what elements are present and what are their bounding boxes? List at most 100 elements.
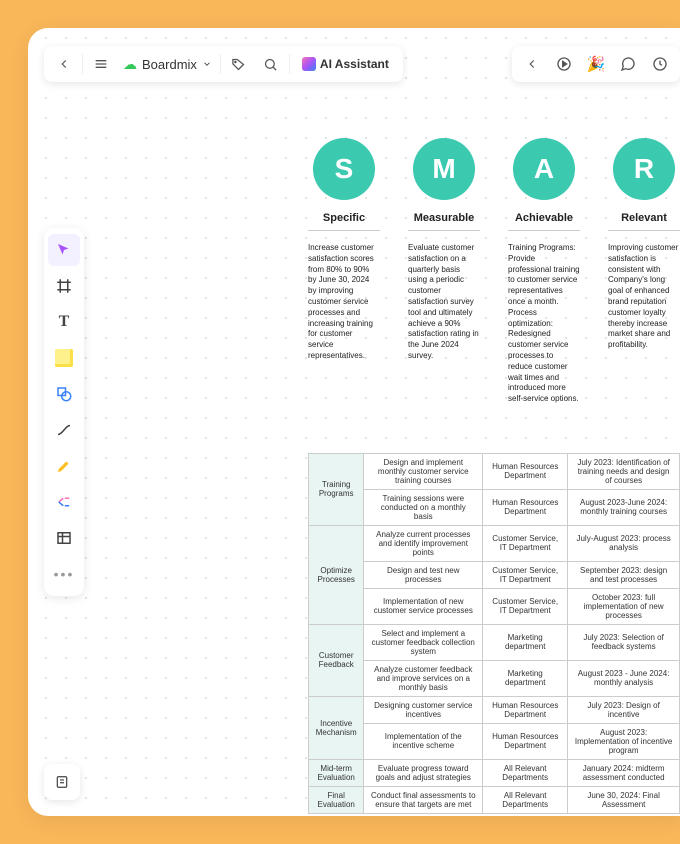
table-row[interactable]: Training ProgramsDesign and implement mo…	[309, 453, 680, 489]
task-cell: Select and implement a customer feedback…	[364, 624, 483, 660]
task-cell: Design and test new processes	[364, 561, 483, 588]
cloud-sync-icon: ☁	[123, 56, 137, 73]
ai-logo-icon	[302, 57, 316, 71]
smart-column[interactable]: A Achievable Training Programs: Provide …	[508, 138, 580, 405]
table-row[interactable]: Final EvaluationConduct final assessment…	[309, 786, 680, 813]
shape-tool[interactable]	[48, 378, 80, 410]
dept-cell: All Relevant Departments	[483, 759, 568, 786]
document-title[interactable]: ☁ Boardmix	[117, 56, 218, 73]
dept-cell: All Relevant Departments	[483, 786, 568, 813]
table-row[interactable]: Mid-term EvaluationEvaluate progress tow…	[309, 759, 680, 786]
smart-description: Training Programs: Provide professional …	[508, 243, 580, 405]
table-row[interactable]: Optimize ProcessesAnalyze current proces…	[309, 525, 680, 561]
divider	[508, 230, 580, 231]
select-tool[interactable]	[48, 234, 80, 266]
dept-cell: Human Resources Department	[483, 723, 568, 759]
table-row[interactable]: Implementation of the incentive schemeHu…	[309, 723, 680, 759]
timeframe-cell: September 2023: design and test processe…	[568, 561, 680, 588]
divider	[608, 230, 680, 231]
connector-tool[interactable]	[48, 414, 80, 446]
category-cell: Customer Feedback	[309, 624, 364, 696]
action-plan-table[interactable]: Training ProgramsDesign and implement mo…	[308, 453, 680, 814]
table-row[interactable]: Customer FeedbackSelect and implement a …	[309, 624, 680, 660]
note-icon	[55, 349, 73, 367]
smart-column[interactable]: M Measurable Evaluate customer satisfact…	[408, 138, 480, 405]
timeframe-cell: August 2023-June 2024: monthly training …	[568, 489, 680, 525]
menu-button[interactable]	[85, 48, 117, 80]
timeframe-cell: July 2023: Selection of feedback systems	[568, 624, 680, 660]
smart-label: Relevant	[621, 212, 667, 224]
task-cell: Implementation of the incentive scheme	[364, 723, 483, 759]
left-toolbar: T •••	[44, 228, 84, 596]
category-cell: Optimize Processes	[309, 525, 364, 624]
table-tool[interactable]	[48, 522, 80, 554]
task-cell: Design and implement monthly customer se…	[364, 453, 483, 489]
dept-cell: Marketing department	[483, 624, 568, 660]
text-tool[interactable]: T	[48, 306, 80, 338]
timeframe-cell: August 2023 - June 2024: monthly analysi…	[568, 660, 680, 696]
category-cell: Mid-term Evaluation	[309, 759, 364, 786]
table-row[interactable]: Incentive MechanismDesigning customer se…	[309, 696, 680, 723]
separator	[82, 54, 83, 74]
back-button[interactable]	[48, 48, 80, 80]
table-row[interactable]: Design and test new processesCustomer Se…	[309, 561, 680, 588]
timeframe-cell: August 2023: Implementation of incentive…	[568, 723, 680, 759]
divider	[408, 230, 480, 231]
category-cell: Final Evaluation	[309, 786, 364, 813]
dept-cell: Customer Service, IT Department	[483, 525, 568, 561]
smart-label: Measurable	[414, 212, 475, 224]
smart-column[interactable]: R Relevant Improving customer satisfacti…	[608, 138, 680, 405]
timeframe-cell: July 2023: Identification of training ne…	[568, 453, 680, 489]
table-row[interactable]: Training sessions were conducted on a mo…	[309, 489, 680, 525]
toolbar-left-group: ☁ Boardmix AI Assistant	[44, 46, 403, 82]
mindmap-tool[interactable]	[48, 486, 80, 518]
smart-circle: R	[613, 138, 675, 200]
ai-label: AI Assistant	[320, 57, 389, 71]
top-toolbar: ☁ Boardmix AI Assistant	[44, 44, 680, 84]
dept-cell: Customer Service, IT Department	[483, 588, 568, 624]
history-button[interactable]	[644, 48, 676, 80]
separator	[289, 54, 290, 74]
timeframe-cell: January 2024: midterm assessment conduct…	[568, 759, 680, 786]
dept-cell: Marketing department	[483, 660, 568, 696]
ai-assistant-button[interactable]: AI Assistant	[292, 57, 399, 71]
smart-column[interactable]: S Specific Increase customer satisfactio…	[308, 138, 380, 405]
task-cell: Designing customer service incentives	[364, 696, 483, 723]
table-row[interactable]: Implementation of new customer service p…	[309, 588, 680, 624]
smart-description: Improving customer satisfaction is consi…	[608, 243, 680, 351]
canvas-content: S Specific Increase customer satisfactio…	[118, 138, 680, 814]
table-row[interactable]: Analyze customer feedback and improve se…	[309, 660, 680, 696]
pages-button[interactable]	[44, 764, 80, 800]
smart-goals-row: S Specific Increase customer satisfactio…	[118, 138, 680, 405]
search-button[interactable]	[255, 48, 287, 80]
smart-circle: M	[413, 138, 475, 200]
task-cell: Analyze current processes and identify i…	[364, 525, 483, 561]
frame-tool[interactable]	[48, 270, 80, 302]
smart-label: Achievable	[515, 212, 573, 224]
celebrate-button[interactable]: 🎉	[580, 48, 612, 80]
task-cell: Conduct final assessments to ensure that…	[364, 786, 483, 813]
sticky-note-tool[interactable]	[48, 342, 80, 374]
chevron-down-icon	[202, 59, 212, 69]
chevron-left-button[interactable]	[516, 48, 548, 80]
tag-button[interactable]	[223, 48, 255, 80]
task-cell: Evaluate progress toward goals and adjus…	[364, 759, 483, 786]
divider	[308, 230, 380, 231]
dept-cell: Human Resources Department	[483, 489, 568, 525]
dept-cell: Human Resources Department	[483, 453, 568, 489]
action-plan-table-wrap: Training ProgramsDesign and implement mo…	[308, 453, 680, 814]
smart-circle: A	[513, 138, 575, 200]
play-button[interactable]	[548, 48, 580, 80]
task-cell: Analyze customer feedback and improve se…	[364, 660, 483, 696]
timeframe-cell: July 2023: Design of incentive	[568, 696, 680, 723]
timeframe-cell: July-August 2023: process analysis	[568, 525, 680, 561]
smart-label: Specific	[323, 212, 365, 224]
pen-tool[interactable]	[48, 450, 80, 482]
smart-description: Increase customer satisfaction scores fr…	[308, 243, 380, 362]
smart-circle: S	[313, 138, 375, 200]
toolbar-right-group: 🎉	[512, 46, 680, 82]
dept-cell: Human Resources Department	[483, 696, 568, 723]
category-cell: Training Programs	[309, 453, 364, 525]
comment-button[interactable]	[612, 48, 644, 80]
more-tools-button[interactable]: •••	[48, 558, 80, 590]
